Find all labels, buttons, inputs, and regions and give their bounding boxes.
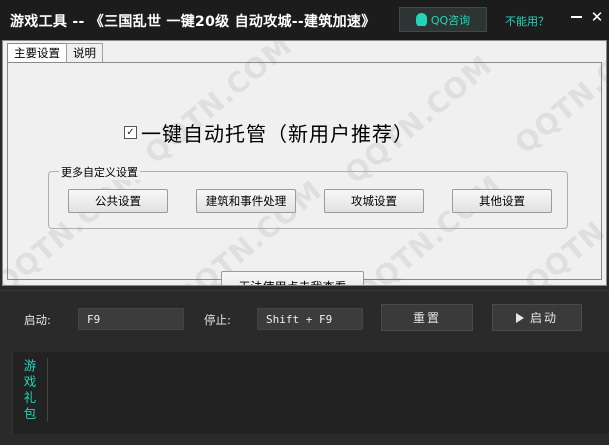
main-panel: 主要设置 说明 QQTN.COM QQTN.COM QQTN.COM QQTN.… [2, 40, 607, 286]
siege-settings-button[interactable]: 攻城设置 [324, 189, 424, 213]
qq-penguin-icon [415, 13, 427, 26]
watermark: QQTN.COM [508, 40, 607, 161]
tab-strip: 主要设置 说明 [7, 43, 103, 64]
check-icon: ✓ [126, 127, 135, 138]
start-hotkey-field[interactable]: F9 [78, 308, 184, 330]
tab-content: QQTN.COM QQTN.COM QQTN.COM QQTN.COM QQTN… [3, 41, 606, 285]
title-bar: 游戏工具 -- 《三国乱世 一键20级 自动攻城--建筑加速》 QQ咨询 不能用… [0, 0, 609, 40]
gift-section: 游戏礼包 [12, 352, 609, 434]
tab-instructions[interactable]: 说明 [66, 43, 103, 63]
hotkey-bar: 启动: F9 停止: Shift + F9 重置 启动 [0, 290, 609, 346]
qq-consult-button[interactable]: QQ咨询 [399, 7, 487, 32]
help-button[interactable]: 无法使用点击我查看 [221, 271, 364, 285]
qq-consult-label: QQ咨询 [430, 13, 471, 27]
gift-divider [47, 358, 48, 422]
building-events-button[interactable]: 建筑和事件处理 [196, 189, 296, 213]
cant-use-link[interactable]: 不能用？ [505, 13, 549, 29]
reset-button-label: 重置 [412, 311, 441, 325]
start-button-label: 启动 [529, 311, 558, 325]
minimize-icon[interactable] [568, 8, 586, 26]
start-button[interactable]: 启动 [492, 304, 582, 331]
auto-managed-row[interactable]: ✓ 一键自动托管（新用户推荐） [124, 118, 414, 147]
auto-managed-checkbox[interactable]: ✓ [124, 126, 137, 139]
stop-hotkey-label: 停止: [204, 313, 231, 327]
auto-managed-label: 一键自动托管（新用户推荐） [141, 122, 414, 146]
other-settings-button[interactable]: 其他设置 [452, 189, 552, 213]
reset-button[interactable]: 重置 [381, 304, 473, 331]
public-settings-button[interactable]: 公共设置 [68, 189, 168, 213]
gift-pack-label[interactable]: 游戏礼包 [23, 358, 37, 422]
close-icon[interactable]: ✕ [588, 8, 606, 26]
watermark: QQTN.COM [138, 40, 299, 171]
window-title: 游戏工具 -- 《三国乱世 一键20级 自动攻城--建筑加速》 [10, 14, 376, 30]
custom-settings-title: 更多自定义设置 [59, 164, 140, 180]
tab-main-settings[interactable]: 主要设置 [7, 43, 67, 64]
start-hotkey-label: 启动: [24, 313, 51, 327]
custom-settings-group: 更多自定义设置 公共设置 建筑和事件处理 攻城设置 其他设置 [48, 164, 568, 229]
stop-hotkey-field[interactable]: Shift + F9 [257, 308, 363, 330]
play-icon [515, 312, 524, 323]
